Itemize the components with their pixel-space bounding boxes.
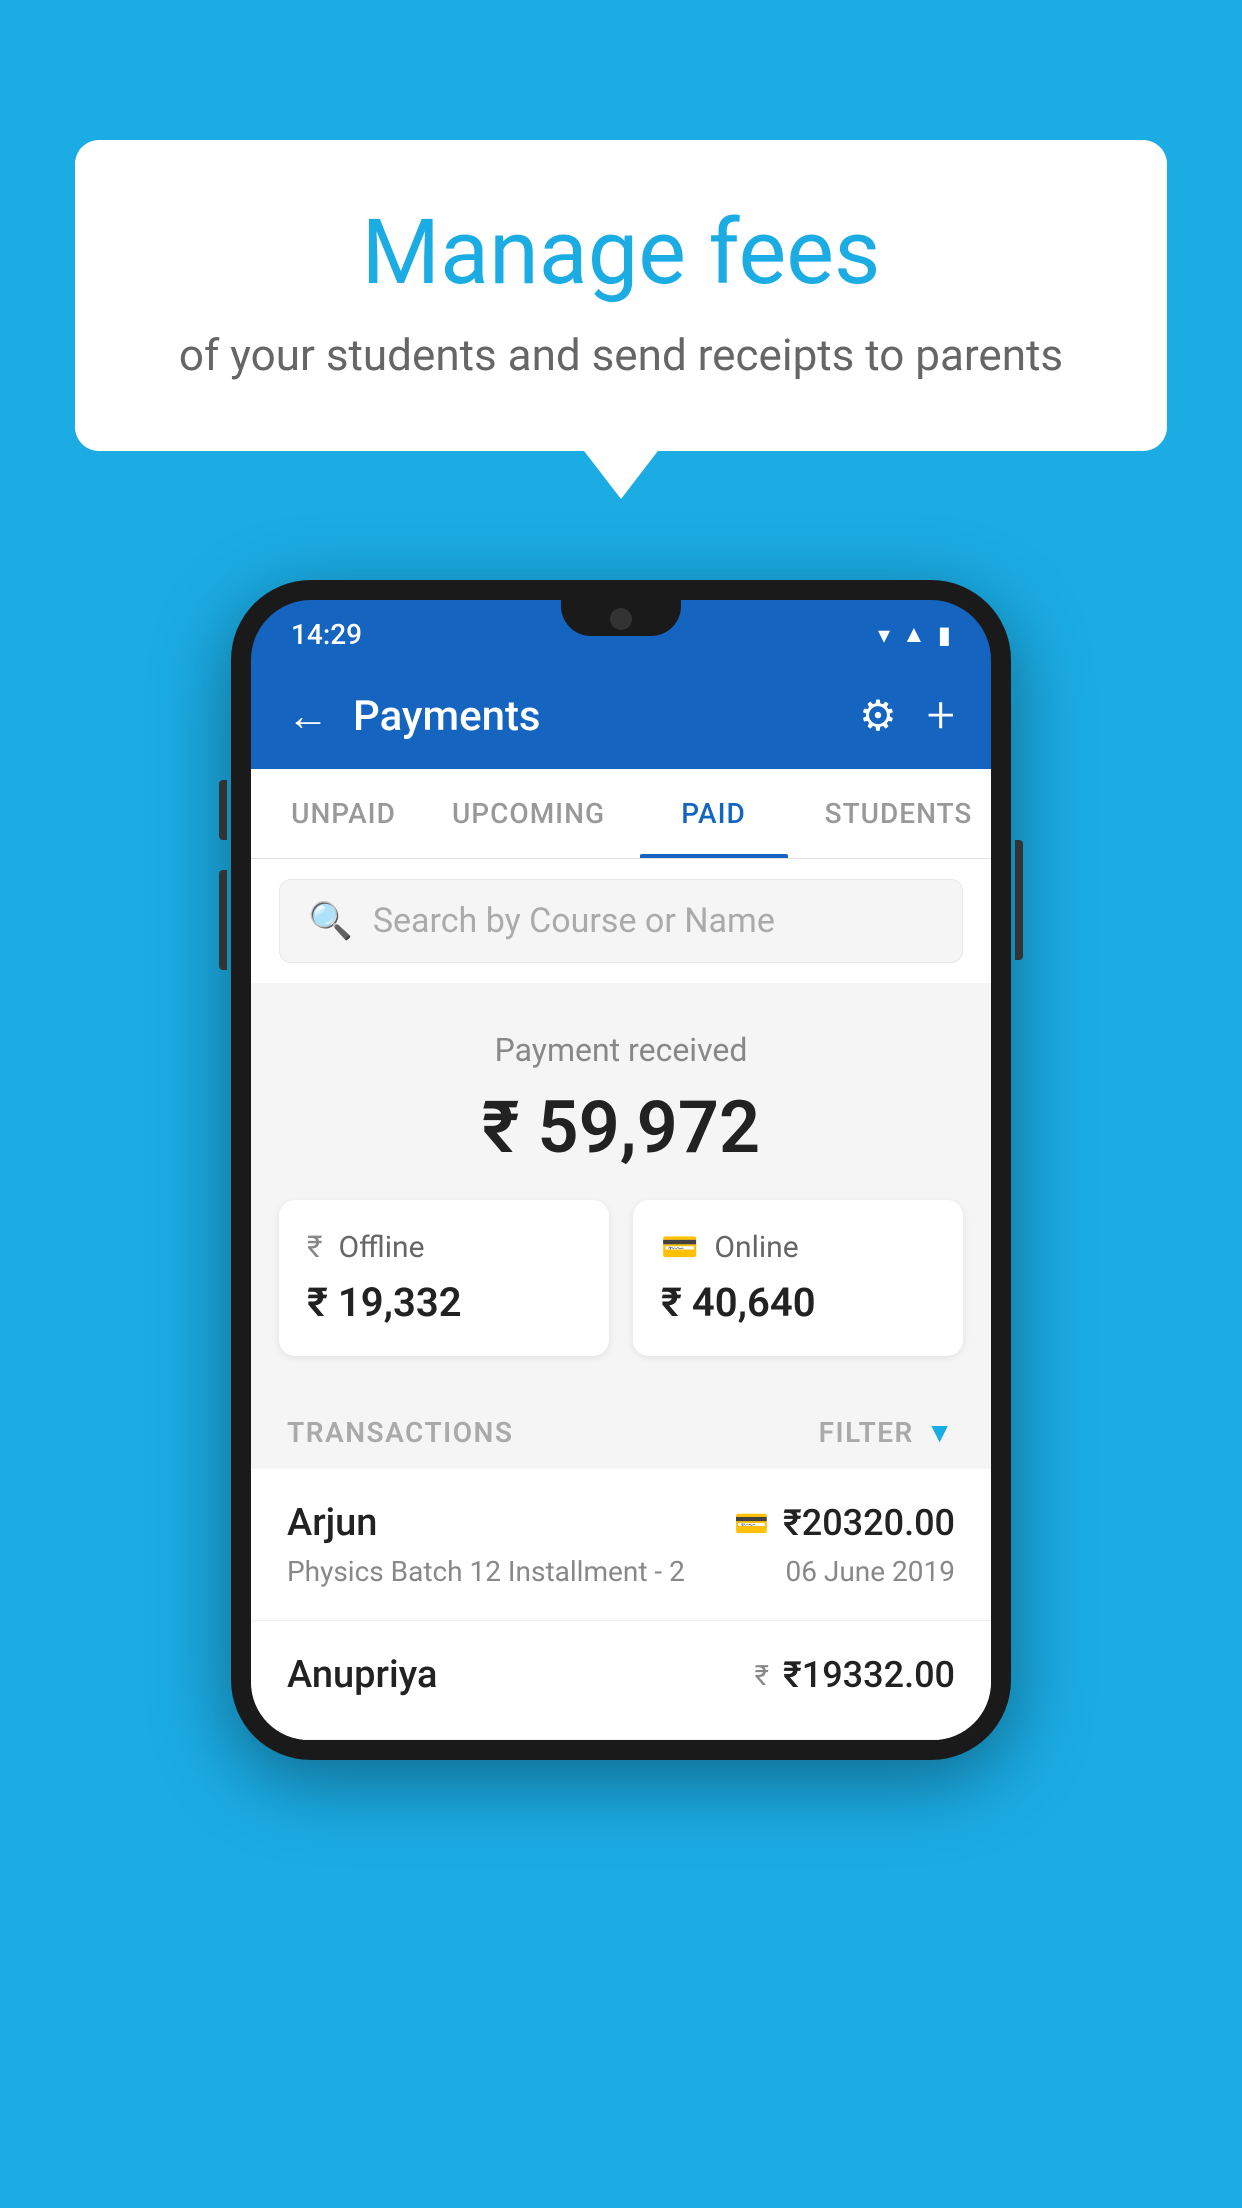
offline-amount: ₹ 19,332 <box>307 1279 581 1326</box>
wifi-icon: ▾ <box>878 621 890 649</box>
transactions-label: TRANSACTIONS <box>287 1416 513 1449</box>
front-camera <box>610 608 632 630</box>
battery-icon: ▮ <box>938 621 951 649</box>
transaction-date: 06 June 2019 <box>785 1555 955 1588</box>
online-card-header: 💳 Online <box>661 1230 935 1265</box>
tab-unpaid[interactable]: UNPAID <box>251 769 436 858</box>
transaction-amount-row: ₹ ₹19332.00 <box>754 1654 955 1696</box>
offline-card-header: ₹ Offline <box>307 1230 581 1265</box>
card-payment-icon: 💳 <box>734 1507 769 1540</box>
transaction-name: Arjun <box>287 1501 377 1545</box>
transaction-row2: Physics Batch 12 Installment - 2 06 June… <box>287 1555 955 1588</box>
signal-icon: ▲ <box>902 620 926 649</box>
offline-icon: ₹ <box>307 1230 323 1265</box>
app-header: ← Payments ⚙ + <box>251 663 991 769</box>
transaction-list: Arjun 💳 ₹20320.00 Physics Batch 12 Insta… <box>251 1469 991 1740</box>
tab-paid[interactable]: PAID <box>621 769 806 858</box>
speech-bubble-subtitle: of your students and send receipts to pa… <box>155 329 1087 381</box>
tab-upcoming[interactable]: UPCOMING <box>436 769 621 858</box>
settings-icon[interactable]: ⚙ <box>859 691 897 741</box>
filter-button[interactable]: FILTER ▼ <box>819 1416 955 1449</box>
payment-received-label: Payment received <box>287 1031 955 1069</box>
add-button[interactable]: + <box>927 687 955 745</box>
payment-summary: Payment received ₹ 59,972 <box>251 983 991 1200</box>
tab-students[interactable]: STUDENTS <box>806 769 991 858</box>
header-left: ← Payments <box>287 692 541 741</box>
app-screen: ← Payments ⚙ + UNPAID UPCOMING PAID <box>251 663 991 1740</box>
tabs-bar: UNPAID UPCOMING PAID STUDENTS <box>251 769 991 859</box>
offline-label: Offline <box>339 1230 425 1265</box>
transaction-row1: Arjun 💳 ₹20320.00 <box>287 1501 955 1545</box>
search-input[interactable]: Search by Course or Name <box>373 901 775 941</box>
header-right: ⚙ + <box>859 687 955 745</box>
search-bar[interactable]: 🔍 Search by Course or Name <box>279 879 963 963</box>
phone-container: 14:29 ▾ ▲ ▮ ← Payments ⚙ + <box>231 580 1011 1760</box>
page-title: Payments <box>353 692 541 741</box>
transaction-course: Physics Batch 12 Installment - 2 <box>287 1555 685 1588</box>
transaction-amount-row: 💳 ₹20320.00 <box>734 1502 955 1544</box>
speech-bubble: Manage fees of your students and send re… <box>75 140 1167 451</box>
transaction-item[interactable]: Arjun 💳 ₹20320.00 Physics Batch 12 Insta… <box>251 1469 991 1621</box>
filter-icon: ▼ <box>926 1416 955 1449</box>
volume-down-button <box>219 870 227 970</box>
speech-bubble-container: Manage fees of your students and send re… <box>75 140 1167 451</box>
transaction-name: Anupriya <box>287 1653 437 1697</box>
transactions-header: TRANSACTIONS FILTER ▼ <box>251 1388 991 1469</box>
online-label: Online <box>714 1230 798 1265</box>
payment-total-amount: ₹ 59,972 <box>287 1085 955 1170</box>
online-payment-card: 💳 Online ₹ 40,640 <box>633 1200 963 1356</box>
speech-bubble-title: Manage fees <box>155 200 1087 305</box>
online-card-icon: 💳 <box>661 1230 698 1265</box>
rupee-payment-icon: ₹ <box>754 1659 768 1692</box>
transaction-row1: Anupriya ₹ ₹19332.00 <box>287 1653 955 1697</box>
offline-payment-card: ₹ Offline ₹ 19,332 <box>279 1200 609 1356</box>
phone-mockup: 14:29 ▾ ▲ ▮ ← Payments ⚙ + <box>231 580 1011 1760</box>
transaction-amount: ₹19332.00 <box>783 1654 955 1696</box>
filter-label: FILTER <box>819 1416 914 1449</box>
status-icons: ▾ ▲ ▮ <box>878 620 951 649</box>
transaction-item[interactable]: Anupriya ₹ ₹19332.00 <box>251 1621 991 1740</box>
status-time: 14:29 <box>291 618 362 651</box>
search-icon: 🔍 <box>308 900 353 942</box>
power-button <box>1015 840 1023 960</box>
phone-notch <box>561 600 681 636</box>
search-container: 🔍 Search by Course or Name <box>251 859 991 983</box>
back-button[interactable]: ← <box>287 692 329 741</box>
payment-cards: ₹ Offline ₹ 19,332 💳 Online ₹ 40,640 <box>251 1200 991 1388</box>
volume-up-button <box>219 780 227 840</box>
transaction-amount: ₹20320.00 <box>783 1502 955 1544</box>
online-amount: ₹ 40,640 <box>661 1279 935 1326</box>
